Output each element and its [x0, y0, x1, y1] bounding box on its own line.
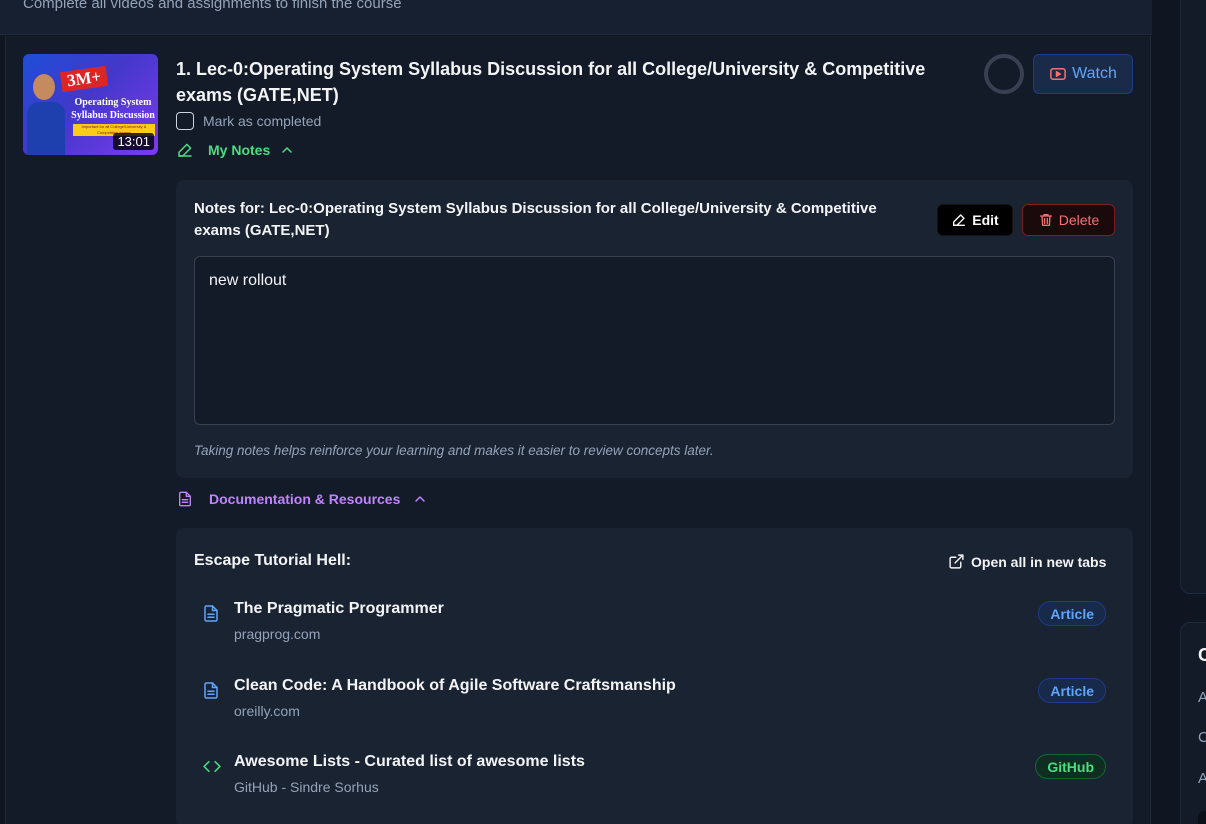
mark-completed-checkbox[interactable] [176, 112, 194, 130]
notes-panel: Notes for: Lec-0:Operating System Syllab… [176, 180, 1133, 478]
open-all-button[interactable]: Open all in new tabs [948, 553, 1106, 570]
resource-item[interactable]: Awesome Lists - Curated list of awesome … [202, 753, 1107, 813]
resource-source: pragprog.com [234, 626, 321, 642]
right-card-line: C [1198, 729, 1206, 746]
thumbnail-title: Operating System Syllabus Discussion [71, 97, 155, 121]
documentation-label: Documentation & Resources [209, 491, 401, 507]
resource-title[interactable]: Awesome Lists - Curated list of awesome … [234, 753, 585, 771]
delete-label: Delete [1058, 212, 1100, 228]
resource-source: oreilly.com [234, 703, 300, 719]
right-card-heading: C [1198, 645, 1206, 666]
instructor-image [27, 72, 65, 155]
right-sidebar-card [1180, 0, 1206, 594]
document-icon [204, 682, 218, 699]
right-card-line: A [1198, 689, 1206, 706]
chevron-up-icon [282, 147, 292, 153]
code-icon [203, 760, 221, 773]
resource-item[interactable]: The Pragmatic Programmer pragprog.com Ar… [202, 600, 1107, 660]
open-all-label: Open all in new tabs [971, 553, 1107, 570]
resources-heading: Escape Tutorial Hell: [194, 552, 352, 569]
right-card-button[interactable] [1198, 811, 1206, 824]
course-subtitle: Complete all videos and assignments to f… [23, 0, 402, 12]
edit-label: Edit [972, 212, 999, 228]
resource-type-badge: Article [1038, 678, 1106, 703]
progress-ring [984, 54, 1024, 94]
notes-heading: Notes for: Lec-0:Operating System Syllab… [194, 200, 877, 239]
watch-button[interactable]: Watch [1033, 54, 1133, 94]
delete-note-button[interactable]: Delete [1022, 204, 1115, 236]
chevron-up-icon [415, 496, 426, 502]
edit-note-button[interactable]: Edit [937, 204, 1013, 236]
document-icon [179, 491, 191, 507]
resources-panel: Escape Tutorial Hell: Open all in new ta… [176, 528, 1133, 824]
right-sidebar-info-card: C A C A [1180, 622, 1206, 824]
trash-icon [1039, 214, 1052, 226]
pencil-icon [953, 214, 966, 226]
lecture-thumbnail[interactable]: 3M+ Operating System Syllabus Discussion… [23, 54, 158, 155]
video-duration: 13:01 [113, 133, 154, 150]
views-badge: 3M+ [59, 65, 109, 93]
right-card-line: A [1198, 770, 1206, 787]
youtube-icon [1050, 68, 1066, 80]
my-notes-toggle[interactable]: My Notes [176, 141, 295, 159]
course-banner: Complete all videos and assignments to f… [0, 0, 1152, 35]
resource-type-badge: Article [1038, 601, 1106, 626]
notes-hint: Taking notes helps reinforce your learni… [194, 443, 714, 458]
resource-type-badge: GitHub [1035, 754, 1106, 779]
mark-completed-label: Mark as completed [203, 113, 322, 129]
documentation-toggle[interactable]: Documentation & Resources [177, 490, 428, 508]
external-link-icon [949, 554, 964, 569]
my-notes-label: My Notes [208, 142, 271, 158]
mark-completed-row[interactable]: Mark as completed [176, 112, 321, 130]
resource-item[interactable]: Clean Code: A Handbook of Agile Software… [202, 677, 1107, 737]
resource-source: GitHub - Sindre Sorhus [234, 779, 379, 795]
resource-title[interactable]: The Pragmatic Programmer [234, 600, 444, 618]
document-icon [204, 605, 218, 622]
watch-label: Watch [1072, 65, 1117, 82]
notes-textarea[interactable]: new rollout [194, 256, 1115, 425]
lecture-title: 1. Lec-0:Operating System Syllabus Discu… [176, 59, 926, 105]
pencil-icon [178, 143, 192, 157]
resource-title[interactable]: Clean Code: A Handbook of Agile Software… [234, 677, 676, 695]
